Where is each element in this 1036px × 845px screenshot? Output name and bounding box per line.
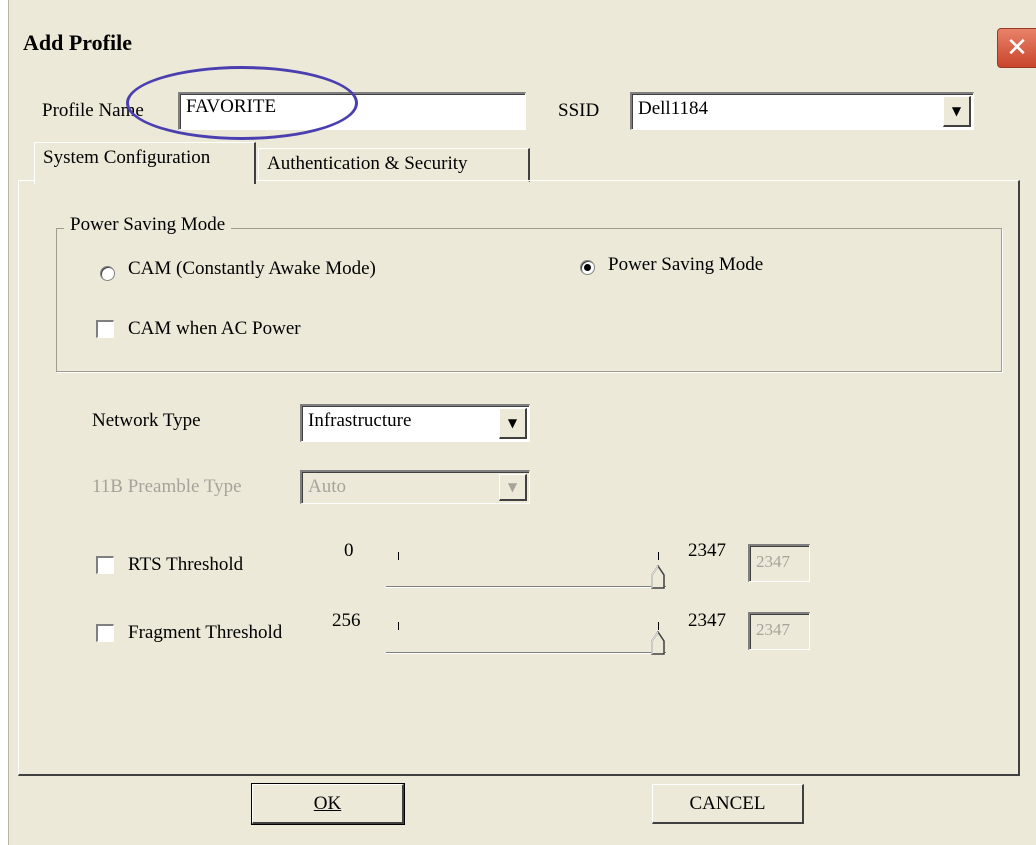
fragment-max-label: 2347 <box>688 610 726 631</box>
ssid-value: Dell1184 <box>638 98 709 119</box>
fragment-threshold-value[interactable]: 2347 <box>748 612 810 650</box>
ssid-combo[interactable]: Dell1184 ▼ <box>630 92 974 130</box>
chevron-down-icon[interactable]: ▼ <box>499 474 527 501</box>
cam-radio[interactable] <box>100 266 115 281</box>
rts-threshold-value[interactable]: 2347 <box>748 544 810 582</box>
rts-threshold-checkbox[interactable] <box>96 556 114 574</box>
cam-ac-power-checkbox[interactable] <box>96 320 114 338</box>
power-saving-group-label: Power Saving Mode <box>64 214 232 236</box>
network-type-combo[interactable]: Infrastructure ▼ <box>300 404 530 442</box>
dialog-title: Add Profile <box>23 30 132 55</box>
fragment-slider-thumb[interactable] <box>651 631 665 655</box>
power-saving-radio-label: Power Saving Mode <box>608 254 764 275</box>
close-icon[interactable]: ✕ <box>997 28 1036 68</box>
fragment-min-label: 256 <box>332 610 361 631</box>
tab-authentication-security[interactable]: Authentication & Security <box>258 148 530 182</box>
fragment-min-tick <box>398 622 399 630</box>
tab-system-configuration[interactable]: System Configuration <box>34 142 256 184</box>
fragment-slider-track[interactable] <box>386 652 666 654</box>
chevron-down-icon[interactable]: ▼ <box>943 96 971 127</box>
cam-ac-power-label: CAM when AC Power <box>128 318 301 339</box>
rts-slider-track[interactable] <box>386 586 666 588</box>
ssid-label: SSID <box>558 100 600 121</box>
radio-selected-dot <box>584 264 591 271</box>
rts-min-label: 0 <box>344 540 354 561</box>
network-type-value: Infrastructure <box>308 410 412 431</box>
fragment-threshold-checkbox[interactable] <box>96 624 114 642</box>
preamble-type-value: Auto <box>308 476 346 497</box>
power-saving-radio[interactable] <box>580 260 595 275</box>
profile-name-input[interactable]: FAVORITE <box>178 92 526 130</box>
rts-threshold-label: RTS Threshold <box>128 554 244 575</box>
network-type-label: Network Type <box>92 410 201 431</box>
cancel-button[interactable]: CANCEL <box>652 784 804 824</box>
preamble-type-combo[interactable]: Auto ▼ <box>300 470 530 504</box>
power-saving-group <box>56 228 1002 372</box>
rts-max-label: 2347 <box>688 540 726 561</box>
cancel-button-label: CANCEL <box>689 792 766 814</box>
profile-name-label: Profile Name <box>42 100 144 121</box>
rts-min-tick <box>398 552 399 560</box>
fragment-max-tick <box>658 622 659 630</box>
rts-max-tick <box>658 552 659 560</box>
rts-slider-thumb[interactable] <box>651 565 665 589</box>
ok-button[interactable]: OK <box>251 783 405 825</box>
fragment-threshold-label: Fragment Threshold <box>128 622 283 643</box>
preamble-type-label: 11B Preamble Type <box>92 476 242 497</box>
title-bar: Add Profile ✕ <box>9 10 1036 68</box>
chevron-down-icon[interactable]: ▼ <box>499 408 527 439</box>
cam-radio-label: CAM (Constantly Awake Mode) <box>128 258 376 279</box>
ok-button-label: OK <box>313 792 342 814</box>
